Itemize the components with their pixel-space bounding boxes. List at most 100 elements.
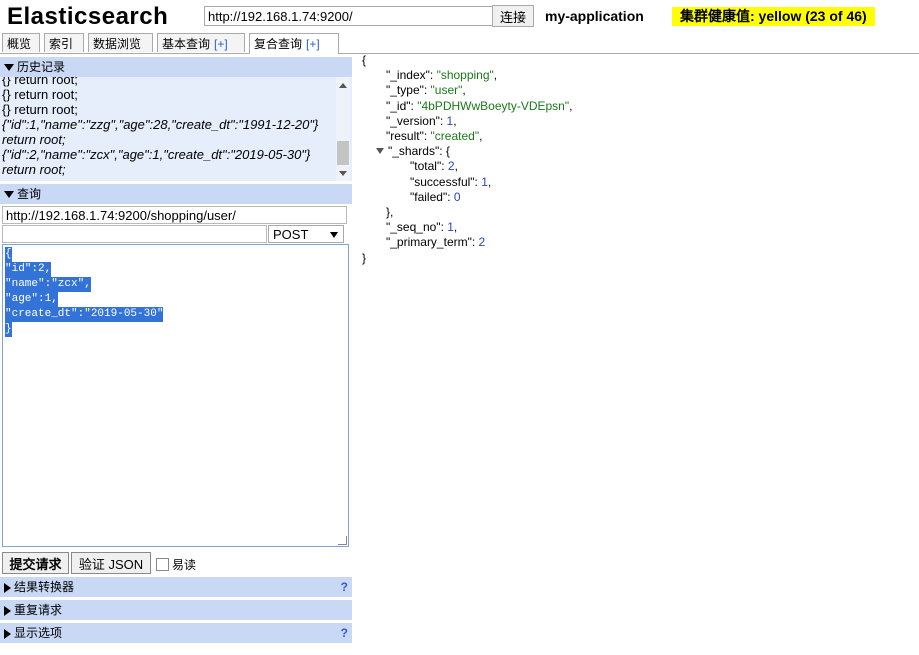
body-line: "create_dt":"2019-05-30" <box>5 307 164 322</box>
json-key: "failed": <box>410 189 454 204</box>
tab-label: 概览 <box>7 37 32 51</box>
json-value: "4bPDHWwBoeyty-VDEpsn" <box>417 98 570 113</box>
history-item[interactable]: {} return root; <box>2 102 332 117</box>
request-body-editor[interactable]: { "id":2, "name":"zcx", "age":1, "create… <box>2 244 349 547</box>
tab-indices[interactable]: 索引 <box>44 33 84 52</box>
history-item[interactable]: {"id":1,"name":"zzg","age":28,"create_dt… <box>2 117 332 147</box>
history-scrollbar[interactable] <box>336 77 350 181</box>
display-options-header[interactable]: 显示选项 ? <box>0 623 352 643</box>
triangle-down-icon <box>4 191 14 199</box>
collapse-label: 结果转换器 <box>14 580 75 594</box>
history-header[interactable]: 历史记录 <box>0 57 352 77</box>
tab-compound-query[interactable]: 复合查询 [+] <box>249 33 339 54</box>
response-line: "failed": 0 <box>410 190 461 205</box>
history-item[interactable]: {"id":2,"name":"zcx","age":1,"create_dt"… <box>2 147 332 177</box>
history-item[interactable]: {} return root; <box>2 87 332 102</box>
json-key: "total": <box>410 159 448 174</box>
response-line: }, <box>386 205 393 220</box>
help-icon[interactable]: ? <box>341 577 348 597</box>
collapse-label: 显示选项 <box>14 626 63 640</box>
json-value: 2 <box>478 235 486 250</box>
tab-browser[interactable]: 数据浏览 <box>88 33 153 52</box>
scroll-thumb[interactable] <box>337 141 349 165</box>
history-text: {} return root; {} return root; {} retur… <box>2 77 332 177</box>
http-method-select[interactable]: POST <box>268 225 344 243</box>
json-value: { <box>445 144 450 159</box>
history-title: 历史记录 <box>17 60 66 74</box>
json-punct: , <box>493 68 498 83</box>
json-key: "result": <box>386 129 431 143</box>
triangle-right-icon <box>4 605 11 616</box>
tab-overview[interactable]: 概览 <box>2 33 40 52</box>
collapse-toggle-icon[interactable] <box>376 148 384 155</box>
json-punct: , <box>479 129 483 143</box>
scroll-up-icon[interactable] <box>339 83 347 88</box>
json-punct: , <box>462 83 466 98</box>
submit-request-button[interactable]: 提交请求 <box>2 552 69 574</box>
top-bar: Elasticsearch 连接 my-application 集群健康值: y… <box>0 0 919 32</box>
json-key: "_index": <box>386 68 437 83</box>
json-value: 1 <box>447 220 454 235</box>
response-line: } <box>362 251 366 266</box>
response-line: "successful": 1, <box>410 175 491 190</box>
cluster-name: my-application <box>545 8 644 24</box>
response-line: "_seq_no": 1, <box>386 220 457 235</box>
scroll-down-icon[interactable] <box>339 171 347 176</box>
json-value: }, <box>386 205 394 219</box>
easy-read-toggle[interactable]: 易读 <box>156 556 196 573</box>
tab-basic-query[interactable]: 基本查询 [+] <box>157 33 245 52</box>
connect-button[interactable]: 连接 <box>492 5 534 27</box>
cluster-url-input[interactable] <box>204 6 495 26</box>
response-line: "_shards": { <box>376 144 450 159</box>
query-title: 查询 <box>17 187 42 201</box>
query-panel: 历史记录 {} return root; {} return root; {} … <box>0 54 356 655</box>
easy-read-label: 易读 <box>172 558 197 572</box>
chevron-down-icon <box>330 232 338 238</box>
tab-plus[interactable]: [+] <box>306 37 320 51</box>
easy-read-checkbox[interactable] <box>156 558 169 571</box>
cluster-health-badge: 集群健康值: yellow (23 of 46) <box>672 7 875 26</box>
response-line: "_index": "shopping", <box>386 68 497 83</box>
help-icon[interactable]: ? <box>341 623 348 643</box>
json-key: "_primary_term": <box>386 235 479 250</box>
json-value: { <box>362 53 367 67</box>
json-value: "created" <box>430 129 480 143</box>
body-line: "age":1, <box>5 292 58 307</box>
app-logo: Elasticsearch <box>7 3 169 30</box>
triangle-down-icon <box>4 64 14 72</box>
tab-plus[interactable]: [+] <box>214 37 228 51</box>
response-panel: {"_index": "shopping", "_type": "user", "_… <box>360 53 915 654</box>
repeat-request-header[interactable]: 重复请求 <box>0 600 352 620</box>
response-line: "_primary_term": 2 <box>386 235 485 250</box>
json-punct: , <box>569 98 573 113</box>
history-item[interactable]: {} return root; <box>2 77 332 87</box>
tab-label: 基本查询 <box>162 37 211 51</box>
json-value: 2 <box>447 159 455 174</box>
json-key: "successful": <box>410 174 482 189</box>
response-line: "_type": "user", <box>386 83 466 98</box>
json-value: "user" <box>430 83 463 98</box>
response-line: "_version": 1, <box>386 114 457 129</box>
json-punct: , <box>453 113 457 128</box>
result-transformer-header[interactable]: 结果转换器 ? <box>0 577 352 597</box>
response-line: "_id": "4bPDHWwBoeyty-VDEpsn", <box>386 99 572 114</box>
json-value: 1 <box>481 174 488 189</box>
json-value: "shopping" <box>436 68 494 83</box>
validate-json-button[interactable]: 验证 JSON <box>71 552 151 574</box>
query-url-input[interactable] <box>2 206 347 224</box>
history-list: {} return root; {} return root; {} retur… <box>0 77 352 181</box>
tab-label: 索引 <box>49 37 74 51</box>
response-line: { <box>362 53 366 68</box>
query-header[interactable]: 查询 <box>0 184 352 204</box>
resize-grip-icon[interactable] <box>338 536 347 545</box>
body-line: "id":2, <box>5 262 52 277</box>
body-line: { <box>5 247 12 262</box>
json-key: "_seq_no": <box>386 220 448 235</box>
method-value: POST <box>273 227 309 242</box>
json-punct: , <box>454 159 458 174</box>
query-path-input[interactable] <box>2 225 267 243</box>
json-key: "_version": <box>386 113 447 128</box>
json-key: "_type": <box>386 83 431 98</box>
body-line: } <box>5 322 12 337</box>
json-key: "_id": <box>386 98 418 113</box>
